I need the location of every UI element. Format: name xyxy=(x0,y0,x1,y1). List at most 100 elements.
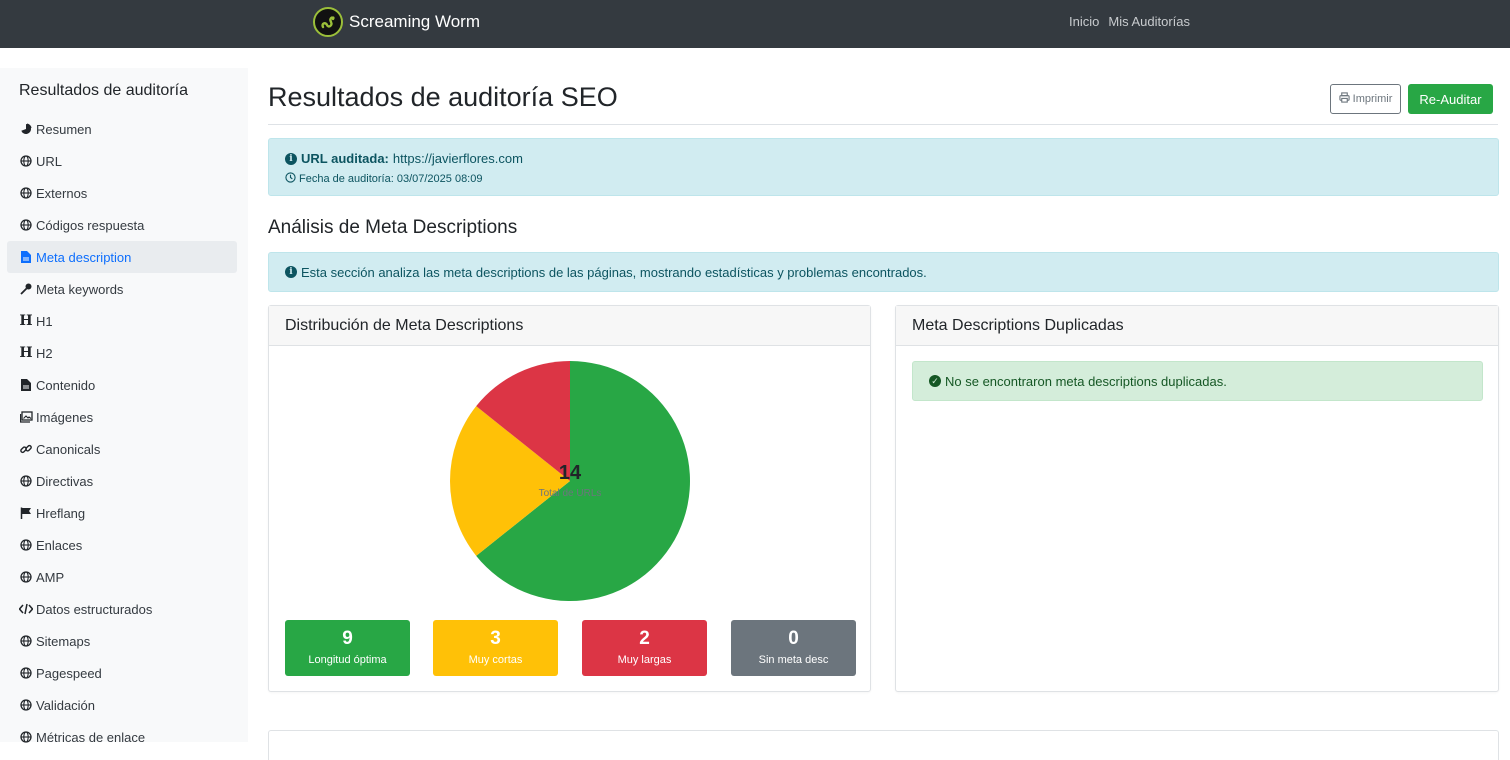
section-info-text: Esta sección analiza las meta descriptio… xyxy=(301,264,927,280)
audited-url: https://javierflores.com xyxy=(392,151,523,166)
info-icon: i xyxy=(285,152,297,165)
top-navbar: Screaming Worm Inicio Mis Auditorías xyxy=(0,0,1510,48)
distribution-card: Distribución de Meta Descriptions 14 Tot… xyxy=(268,305,871,692)
file-icon xyxy=(19,250,33,264)
sidebar-item-datos-estructurados[interactable]: Datos estructurados xyxy=(7,593,237,625)
sidebar-item-label: Sitemaps xyxy=(36,633,91,649)
sidebar-item-metricas-de-enlace[interactable]: Métricas de enlace xyxy=(7,721,237,753)
sidebar-nav: Resumen URL Externos Códigos respuesta Meta … xyxy=(7,113,237,753)
sidebar-item-codigos-respuesta[interactable]: Códigos respuesta xyxy=(7,209,237,241)
sidebar-item-label: Códigos respuesta xyxy=(36,217,145,233)
globe-icon xyxy=(19,570,33,584)
sidebar-item-label: Imágenes xyxy=(36,409,94,425)
print-button[interactable]: Imprimir xyxy=(1330,84,1401,114)
sidebar-item-pagespeed[interactable]: Pagespeed xyxy=(7,657,237,689)
sidebar-item-label: H1 xyxy=(36,313,53,329)
sidebar-item-label: Contenido xyxy=(36,377,96,393)
nav-link-mis-auditorias[interactable]: Mis Auditorías xyxy=(1108,14,1190,29)
sidebar-title: Resultados de auditoría xyxy=(19,82,188,99)
stat-card: 3 Muy cortas xyxy=(433,620,558,676)
print-button-label: Imprimir xyxy=(1352,93,1393,105)
worm-logo-icon xyxy=(313,7,343,37)
stat-label: Muy largas xyxy=(617,654,672,666)
brand-link[interactable]: Screaming Worm xyxy=(313,6,480,38)
duplicates-card-title: Meta Descriptions Duplicadas xyxy=(896,306,1498,346)
sidebar-item-label: Externos xyxy=(36,185,88,201)
sidebar: Resultados de auditoría Resumen URL Extern… xyxy=(0,68,248,745)
stat-value: 3 xyxy=(490,628,501,649)
sidebar-item-label: URL xyxy=(36,153,63,169)
sidebar-item-label: Métricas de enlace xyxy=(36,729,146,745)
sidebar-item-contenido[interactable]: Contenido xyxy=(7,369,237,401)
sidebar-item-label: AMP xyxy=(36,569,65,585)
heading-icon: H xyxy=(19,345,33,361)
sidebar-item-sitemaps[interactable]: Sitemaps xyxy=(7,625,237,657)
pie-total-label: Total de URLs xyxy=(538,488,602,499)
audit-info-alert: i URL auditada: https://javierflores.com… xyxy=(268,138,1499,196)
header-divider xyxy=(268,124,1498,125)
code-icon xyxy=(19,602,33,616)
printer-icon xyxy=(1339,92,1350,106)
globe-icon xyxy=(19,218,33,232)
check-circle-icon: ✓ xyxy=(929,375,941,387)
sidebar-item-externos[interactable]: Externos xyxy=(7,177,237,209)
globe-icon xyxy=(19,666,33,680)
sidebar-item-label: Enlaces xyxy=(36,537,83,553)
duplicates-card: Meta Descriptions Duplicadas ✓ No se enc… xyxy=(895,305,1499,692)
sidebar-item-meta-description[interactable]: Meta description xyxy=(7,241,237,273)
page-title: Resultados de auditoría SEO xyxy=(268,82,618,112)
stat-value: 2 xyxy=(639,628,650,649)
images-icon xyxy=(19,410,33,424)
sidebar-item-hreflang[interactable]: Hreflang xyxy=(7,497,237,529)
globe-icon xyxy=(19,698,33,712)
distribution-card-title: Distribución de Meta Descriptions xyxy=(269,306,870,346)
stat-label: Sin meta desc xyxy=(758,654,829,666)
stat-value: 9 xyxy=(342,628,353,649)
sidebar-item-url[interactable]: URL xyxy=(7,145,237,177)
flag-icon xyxy=(19,506,33,520)
sidebar-item-label: Validación xyxy=(36,697,96,713)
sidebar-item-meta-keywords[interactable]: Meta keywords xyxy=(7,273,237,305)
nav-link-inicio[interactable]: Inicio xyxy=(1069,14,1099,29)
sidebar-item-label: Resumen xyxy=(36,121,92,137)
sidebar-item-directivas[interactable]: Directivas xyxy=(7,465,237,497)
stat-label: Longitud óptima xyxy=(308,654,387,666)
sidebar-item-label: H2 xyxy=(36,345,53,361)
pie-chart-icon xyxy=(19,122,33,136)
audit-date: Fecha de auditoría: 03/07/2025 08:09 xyxy=(299,173,483,185)
stats-row: 9 Longitud óptima 3 Muy cortas 2 Muy largas 0 S… xyxy=(285,620,856,676)
info-icon: i xyxy=(285,266,297,278)
globe-icon xyxy=(19,154,33,168)
globe-icon xyxy=(19,186,33,200)
clock-icon xyxy=(285,172,296,186)
no-duplicates-alert: ✓ No se encontraron meta descriptions du… xyxy=(912,361,1483,401)
reaudit-button[interactable]: Re-Auditar xyxy=(1408,84,1493,114)
sidebar-item-label: Directivas xyxy=(36,473,94,489)
sidebar-item-label: Hreflang xyxy=(36,505,86,521)
sidebar-item-imagenes[interactable]: Imágenes xyxy=(7,401,237,433)
link-icon xyxy=(19,442,33,456)
next-card xyxy=(268,730,1499,760)
brand-name: Screaming Worm xyxy=(349,12,480,31)
sidebar-item-label: Pagespeed xyxy=(36,665,102,681)
sidebar-item-resumen[interactable]: Resumen xyxy=(7,113,237,145)
section-title: Análisis de Meta Descriptions xyxy=(268,217,518,238)
url-label: URL auditada: xyxy=(301,151,389,166)
globe-icon xyxy=(19,538,33,552)
sidebar-item-label: Meta description xyxy=(36,249,132,265)
stat-card: 9 Longitud óptima xyxy=(285,620,410,676)
stat-card: 0 Sin meta desc xyxy=(731,620,856,676)
pie-total: 14 xyxy=(558,462,582,484)
sidebar-item-validacion[interactable]: Validación xyxy=(7,689,237,721)
section-info-alert: i Esta sección analiza las meta descript… xyxy=(268,252,1499,292)
stat-card: 2 Muy largas xyxy=(582,620,707,676)
sidebar-item-enlaces[interactable]: Enlaces xyxy=(7,529,237,561)
sidebar-item-amp[interactable]: AMP xyxy=(7,561,237,593)
file-icon xyxy=(19,378,33,392)
globe-icon xyxy=(19,634,33,648)
sidebar-item-label: Canonicals xyxy=(36,441,101,457)
sidebar-item-canonicals[interactable]: Canonicals xyxy=(7,433,237,465)
key-icon xyxy=(19,282,33,296)
sidebar-item-h1[interactable]: H H1 xyxy=(7,305,237,337)
sidebar-item-h2[interactable]: H H2 xyxy=(7,337,237,369)
